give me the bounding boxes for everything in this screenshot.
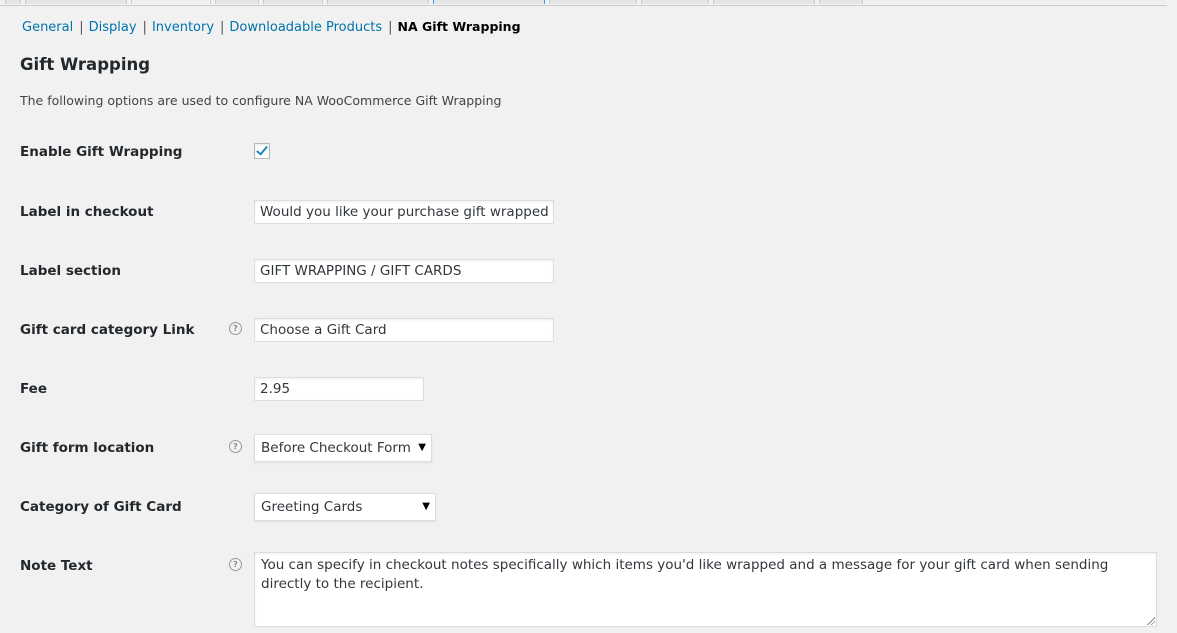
tab-remnant[interactable] xyxy=(819,0,863,4)
nav-separator: | xyxy=(142,20,147,35)
note-text-label: Note Text xyxy=(20,558,93,574)
section-description: The following options are used to config… xyxy=(20,93,502,108)
nav-link-general[interactable]: General xyxy=(22,20,73,35)
nav-current-gift-wrapping: NA Gift Wrapping xyxy=(397,19,521,34)
nav-separator: | xyxy=(388,20,393,35)
tab-remnant[interactable] xyxy=(263,0,323,4)
triangle-down-icon: ▼ xyxy=(418,442,426,453)
nav-separator: | xyxy=(79,20,84,35)
question-circle-icon[interactable]: ? xyxy=(229,440,242,453)
enable-gift-wrapping-label: Enable Gift Wrapping xyxy=(20,144,183,160)
category-of-gift-card-select[interactable]: Greeting Cards ▼ xyxy=(254,493,436,521)
tab-remnant[interactable] xyxy=(641,0,709,4)
section-nav: General | Display | Inventory | Downloadable P… xyxy=(22,18,521,37)
nav-link-downloadable-products[interactable]: Downloadable Products xyxy=(229,20,382,35)
category-of-gift-card-label: Category of Gift Card xyxy=(20,499,182,515)
tab-remnant[interactable] xyxy=(25,0,127,4)
section-title: Gift Wrapping xyxy=(20,55,151,74)
tab-remnant[interactable] xyxy=(549,0,637,4)
nav-link-display[interactable]: Display xyxy=(89,20,137,35)
tab-remnant[interactable] xyxy=(131,0,211,4)
fee-label: Fee xyxy=(20,381,47,397)
tab-remnant[interactable] xyxy=(713,0,815,4)
label-section-label: Label section xyxy=(20,263,122,279)
nav-separator: | xyxy=(220,20,225,35)
label-in-checkout-label: Label in checkout xyxy=(20,204,154,220)
gift-form-location-select[interactable]: Before Checkout Form ▼ xyxy=(254,434,432,462)
settings-page: General | Display | Inventory | Downloadable P… xyxy=(0,0,1177,633)
enable-gift-wrapping-checkbox[interactable] xyxy=(254,143,270,159)
question-circle-icon[interactable]: ? xyxy=(229,322,242,335)
gift-form-location-selected: Before Checkout Form xyxy=(261,440,411,456)
checkmark-icon xyxy=(256,143,268,156)
resize-handle-icon[interactable] xyxy=(1147,617,1155,625)
tab-remnant[interactable] xyxy=(215,0,259,4)
label-section-input[interactable] xyxy=(254,259,554,283)
question-circle-icon[interactable]: ? xyxy=(229,558,242,571)
note-text-textarea[interactable]: You can specify in checkout notes specif… xyxy=(254,552,1157,627)
top-tab-bar-remnant xyxy=(0,0,1167,6)
tab-remnant[interactable] xyxy=(327,0,429,4)
nav-link-inventory[interactable]: Inventory xyxy=(152,20,214,35)
tab-remnant[interactable] xyxy=(5,0,21,4)
tab-remnant[interactable] xyxy=(433,0,545,4)
fee-input[interactable] xyxy=(254,377,424,401)
category-of-gift-card-selected: Greeting Cards xyxy=(261,499,363,515)
gift-card-category-link-label: Gift card category Link xyxy=(20,322,195,338)
note-text-value: You can specify in checkout notes specif… xyxy=(261,557,1109,592)
label-in-checkout-input[interactable] xyxy=(254,200,554,224)
gift-card-category-link-input[interactable] xyxy=(254,318,554,342)
gift-form-location-label: Gift form location xyxy=(20,440,155,456)
triangle-down-icon: ▼ xyxy=(422,501,430,512)
